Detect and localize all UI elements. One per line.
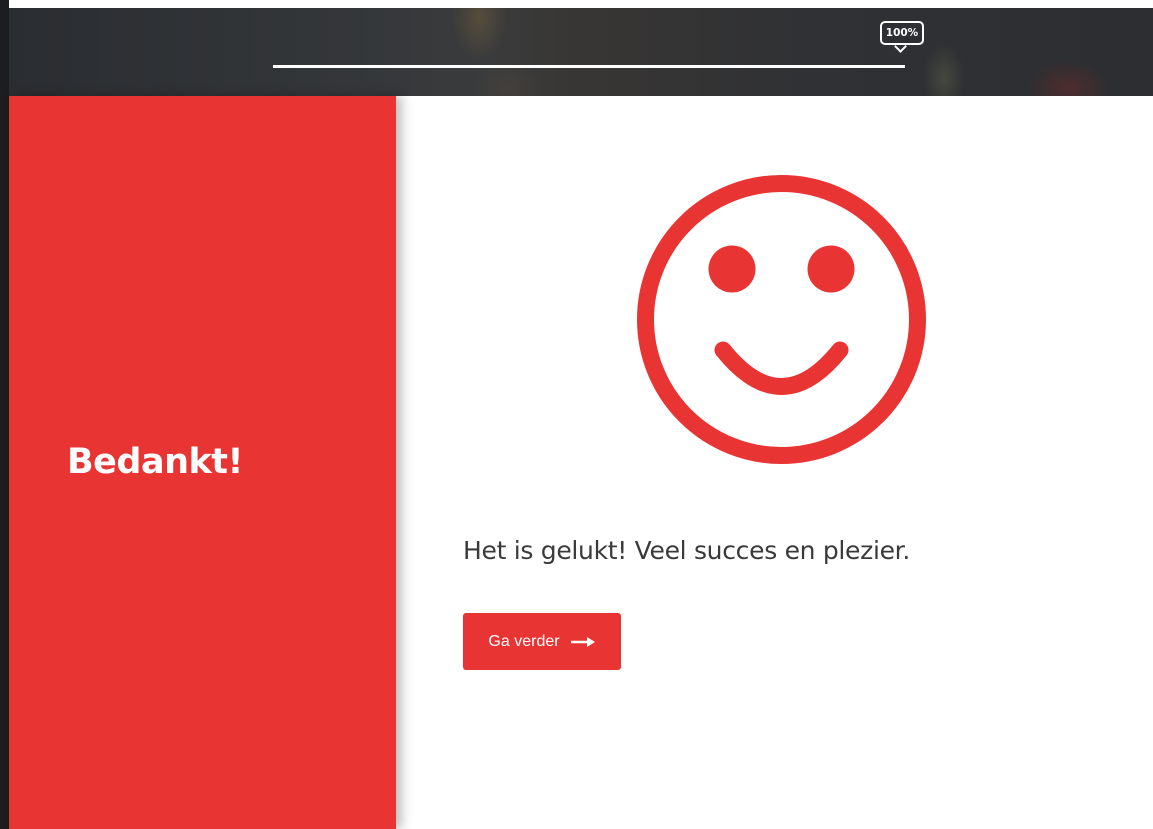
window-edge: [0, 0, 9, 829]
success-message: Het is gelukt! Veel succes en plezier.: [463, 536, 911, 565]
header-bar: 100%: [9, 8, 1153, 96]
side-panel: Bedankt!: [9, 96, 396, 829]
continue-button[interactable]: Ga verder: [463, 613, 621, 670]
smiley-icon: [637, 175, 926, 464]
arrow-right-icon: [570, 636, 595, 647]
page-title: Bedankt!: [67, 442, 243, 482]
progress-indicator: 100%: [880, 21, 928, 53]
progress-bar: [273, 65, 905, 68]
progress-label: 100%: [880, 21, 924, 45]
page: 100% Bedankt! Het is gelukt! Veel succes…: [0, 0, 1153, 829]
continue-button-label: Ga verder: [488, 632, 560, 650]
progress-bar-fill: [273, 65, 905, 68]
